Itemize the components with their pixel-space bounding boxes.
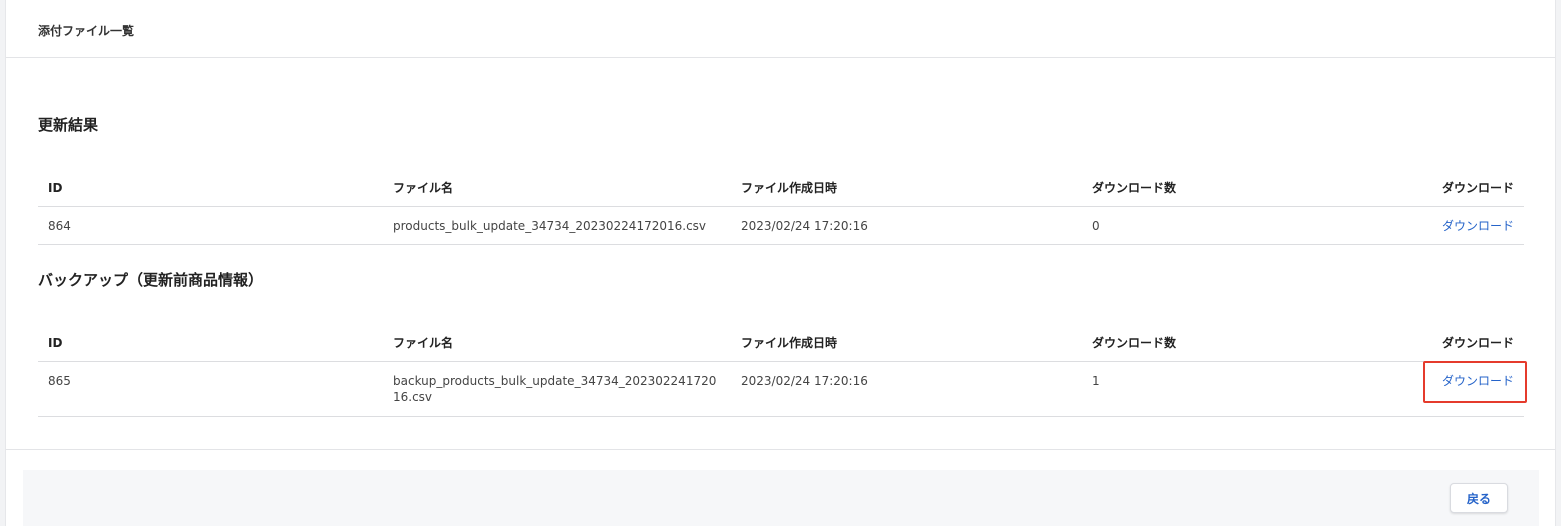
footer-divider <box>6 449 1555 450</box>
section-title-backup: バックアップ（更新前商品情報） <box>38 271 264 289</box>
column-header-file-name: ファイル名 <box>393 181 454 195</box>
row-file-name: backup_products_bulk_update_34734_202302… <box>393 374 717 404</box>
table-row: 865 backup_products_bulk_update_34734_20… <box>38 361 1524 417</box>
column-header-download: ダウンロード <box>1441 336 1514 350</box>
column-header-download-count: ダウンロード数 <box>1092 336 1177 350</box>
row-download-count: 1 <box>1092 374 1100 388</box>
row-id: 865 <box>48 374 71 388</box>
row-created-at: 2023/02/24 17:20:16 <box>741 374 868 388</box>
download-link[interactable]: ダウンロード <box>1442 218 1514 234</box>
back-button[interactable]: 戻る <box>1450 483 1508 513</box>
column-header-id: ID <box>48 181 63 195</box>
column-header-download: ダウンロード <box>1441 181 1514 195</box>
card-header: 添付ファイル一覧 <box>6 0 1555 58</box>
table-row: 864 products_bulk_update_34734_202302241… <box>38 206 1524 245</box>
table-header-row: ID ファイル名 ファイル作成日時 ダウンロード数 ダウンロード <box>38 168 1524 207</box>
attachment-list-card: 添付ファイル一覧 更新結果 ID ファイル名 ファイル作成日時 ダウンロード数 … <box>5 0 1556 526</box>
row-created-at: 2023/02/24 17:20:16 <box>741 219 868 233</box>
card-title: 添付ファイル一覧 <box>38 24 135 38</box>
column-header-created-at: ファイル作成日時 <box>741 336 838 350</box>
row-id: 864 <box>48 219 71 233</box>
column-header-id: ID <box>48 336 63 350</box>
footer-bar: 戻る <box>23 470 1539 526</box>
table-header-row: ID ファイル名 ファイル作成日時 ダウンロード数 ダウンロード <box>38 323 1524 362</box>
row-download-count: 0 <box>1092 219 1100 233</box>
download-link-highlight <box>1423 361 1527 403</box>
column-header-download-count: ダウンロード数 <box>1092 181 1177 195</box>
column-header-created-at: ファイル作成日時 <box>741 181 838 195</box>
section-title-update-result: 更新結果 <box>38 116 99 134</box>
column-header-file-name: ファイル名 <box>393 336 454 350</box>
row-file-name: products_bulk_update_34734_2023022417201… <box>393 219 707 233</box>
